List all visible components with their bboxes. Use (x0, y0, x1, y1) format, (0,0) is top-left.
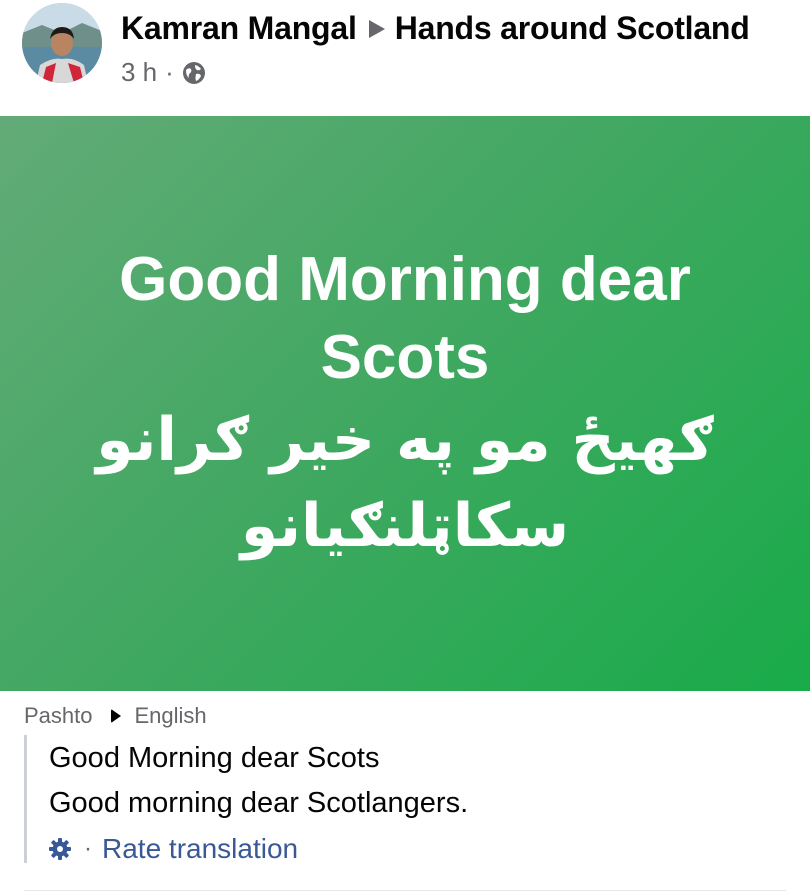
banner-text: Good Morning dear Scots ګهيځ مو په خير ګ… (0, 241, 810, 569)
text-post-banner: Good Morning dear Scots ګهيځ مو په خير ګ… (0, 116, 810, 691)
banner-line-english-1: Good Morning dear (119, 245, 691, 314)
author-avatar[interactable] (22, 3, 102, 83)
gear-icon[interactable] (48, 837, 72, 861)
byline: Kamran Mangal Hands around Scotland (121, 10, 800, 47)
source-language: Pashto (24, 703, 93, 728)
banner-line-english-2: Scots (320, 323, 490, 392)
banner-line-pashto-1: ګهيځ مو په خير ګرانو (96, 405, 714, 475)
translation-quote-bar (24, 735, 27, 863)
target-language: English (134, 703, 207, 728)
translation-section: Pashto English Good Morning dear Scots G… (0, 691, 810, 893)
translation-actions: · Rate translation (48, 833, 298, 865)
globe-icon[interactable] (182, 61, 206, 85)
translation-languages: Pashto English (24, 703, 207, 729)
banner-line-pashto-2: سکاټلنګيانو (240, 491, 570, 561)
author-name[interactable]: Kamran Mangal (121, 10, 357, 47)
translated-text: Good Morning dear Scots Good morning dea… (49, 736, 468, 826)
translated-line-2: Good morning dear Scotlangers. (49, 787, 469, 819)
post-header: Kamran Mangal Hands around Scotland 3 h … (0, 0, 810, 116)
shared-to-arrow-icon (368, 19, 385, 38)
translated-line-1: Good Morning dear Scots (49, 742, 380, 774)
avatar-photo (22, 3, 102, 83)
rate-separator: · (84, 835, 92, 862)
rate-translation-link[interactable]: Rate translation (102, 833, 298, 865)
post-meta: Kamran Mangal Hands around Scotland 3 h … (121, 10, 800, 88)
meta-separator: · (165, 57, 174, 87)
group-name[interactable]: Hands around Scotland (395, 10, 750, 47)
post-subline: 3 h · (121, 57, 800, 88)
translate-arrow-icon (110, 709, 121, 723)
section-divider (24, 890, 786, 891)
post-timestamp[interactable]: 3 h (121, 57, 157, 88)
